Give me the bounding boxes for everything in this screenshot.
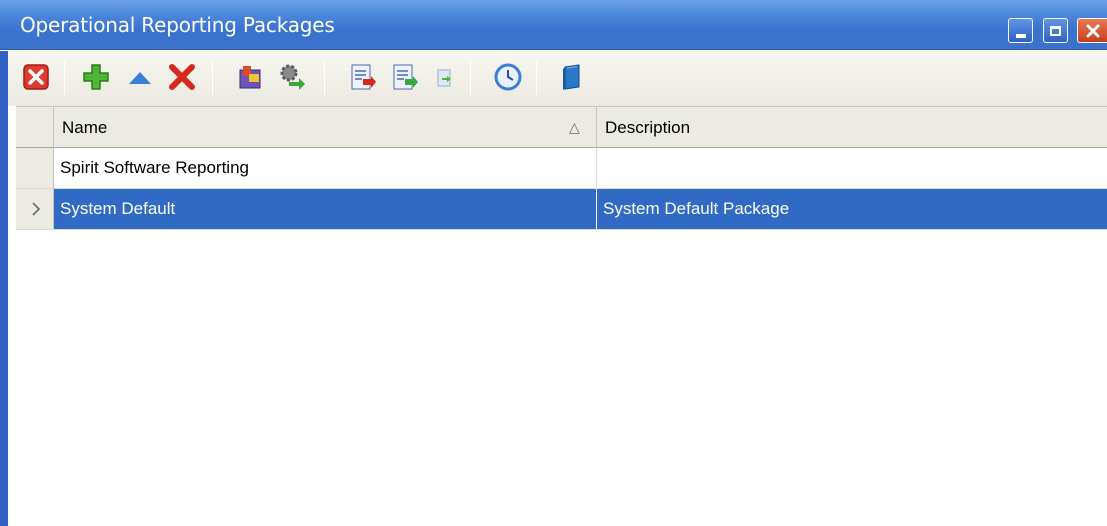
report-button[interactable] xyxy=(428,61,460,93)
cell-name[interactable]: Spirit Software Reporting xyxy=(54,148,597,188)
export-report-button[interactable] xyxy=(346,61,378,93)
book-icon xyxy=(563,64,580,90)
toolbar-separator xyxy=(470,61,471,95)
column-header-name[interactable]: Name △ xyxy=(54,107,597,148)
minimize-button[interactable] xyxy=(1008,18,1033,43)
toolbar xyxy=(0,51,1107,106)
row-indicator[interactable] xyxy=(16,189,54,229)
move-up-button[interactable] xyxy=(124,61,156,93)
cell-description[interactable] xyxy=(597,148,1107,188)
add-icon xyxy=(83,64,109,90)
package-button[interactable] xyxy=(234,61,266,93)
toolbar-separator xyxy=(64,61,65,95)
delete-button[interactable] xyxy=(166,61,198,93)
package-icon xyxy=(239,66,261,89)
delete-icon xyxy=(169,64,195,90)
sort-ascending-icon: △ xyxy=(569,119,580,135)
table-row-selected[interactable]: System Default System Default Package xyxy=(16,189,1107,230)
cell-description[interactable]: System Default Package xyxy=(597,189,1107,229)
selection-highlight: System Default System Default Package xyxy=(54,189,1107,229)
current-row-arrow-icon xyxy=(32,202,41,216)
close-package-button[interactable] xyxy=(20,61,52,93)
toolbar-separator xyxy=(212,61,213,95)
row-indicator-header xyxy=(16,107,54,148)
report-import-icon xyxy=(393,64,418,90)
schedule-button[interactable] xyxy=(492,61,524,93)
column-header-description[interactable]: Description xyxy=(597,107,1107,148)
toolbar-separator xyxy=(324,61,325,95)
close-icon xyxy=(1086,24,1099,37)
report-packages-window: Operational Reporting Packages Name △ De… xyxy=(0,0,1107,526)
toolbar-separator xyxy=(536,61,537,95)
minimize-icon xyxy=(1015,33,1026,38)
table-row[interactable]: Spirit Software Reporting xyxy=(16,148,1107,189)
gear-run-icon xyxy=(280,64,305,90)
maximize-icon xyxy=(1050,25,1061,36)
add-button[interactable] xyxy=(80,61,112,93)
window-title: Operational Reporting Packages xyxy=(20,13,335,37)
cell-name[interactable]: System Default xyxy=(54,189,597,229)
maximize-button[interactable] xyxy=(1043,18,1068,43)
close-button[interactable] xyxy=(1077,18,1107,43)
title-bar[interactable]: Operational Reporting Packages xyxy=(0,0,1107,50)
help-book-button[interactable] xyxy=(556,61,588,93)
import-report-button[interactable] xyxy=(388,61,420,93)
run-package-button[interactable] xyxy=(276,61,308,93)
column-header-label: Description xyxy=(605,118,691,137)
column-header-label: Name xyxy=(62,118,108,137)
close-red-icon xyxy=(23,64,49,90)
schedule-clock-icon xyxy=(494,63,522,91)
grid-header: Name △ Description xyxy=(16,106,1107,148)
move-up-icon xyxy=(129,72,151,84)
packages-grid: Name △ Description Spirit Software Repor… xyxy=(0,106,1107,526)
report-export-icon xyxy=(351,64,376,90)
row-indicator[interactable] xyxy=(16,148,54,188)
report-small-icon xyxy=(437,69,451,87)
